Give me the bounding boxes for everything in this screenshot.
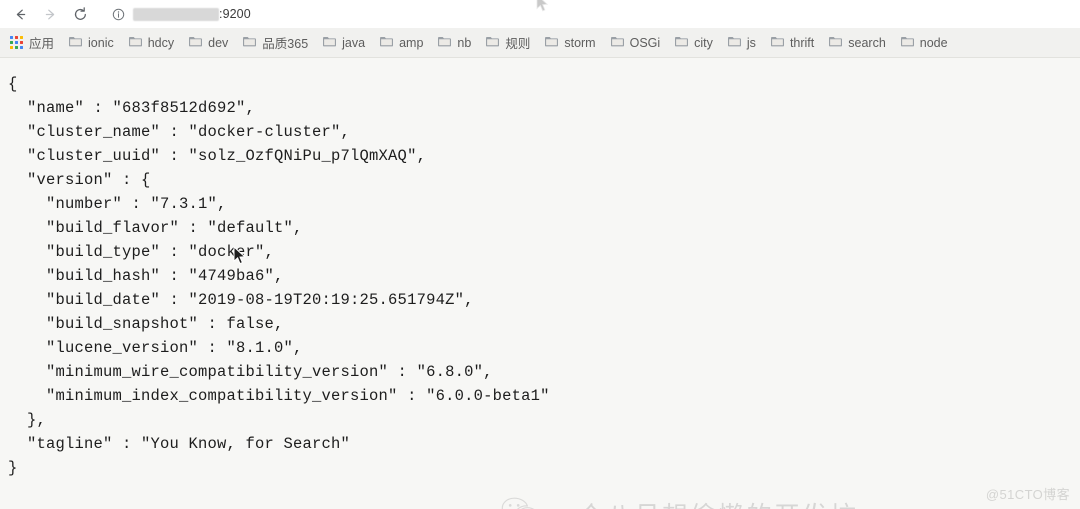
bookmark-nb[interactable]: nb (431, 32, 477, 54)
browser-window: :9200 应用 ionic hdcy dev 品质365 java amp n… (0, 0, 1080, 509)
bookmark-js[interactable]: js (721, 32, 762, 54)
folder-icon (900, 35, 915, 51)
bookmark-dev[interactable]: dev (182, 32, 234, 54)
bookmark-label: city (694, 35, 713, 50)
bookmark-label: search (848, 35, 886, 50)
watermark: 一个八月想偷懒的开发坑 (500, 495, 858, 509)
folder-icon (379, 35, 394, 51)
folder-icon (128, 35, 143, 51)
url-host-redacted (133, 7, 219, 21)
bookmark-storm[interactable]: storm (538, 32, 601, 54)
attribution-text: @51CTO博客 (985, 487, 1070, 502)
bookmark-label: 规则 (505, 37, 531, 51)
bookmark-label: 品质365 (262, 37, 309, 51)
wechat-icon (500, 495, 540, 509)
folder-icon (188, 35, 203, 51)
bookmark-label: OSGi (629, 35, 661, 50)
bookmark-node[interactable]: node (894, 32, 954, 54)
json-response-body: { "name" : "683f8512d692", "cluster_name… (8, 75, 550, 477)
bookmark-java[interactable]: java (316, 32, 371, 54)
folder-icon (242, 35, 257, 51)
bookmark-label: js (746, 35, 756, 50)
bookmark-amp[interactable]: amp (373, 32, 429, 54)
bookmark-ionic[interactable]: ionic (62, 32, 120, 54)
bookmark-label: dev (208, 35, 229, 50)
folder-icon (727, 35, 742, 51)
bookmark-label: ionic (88, 35, 114, 50)
bookmark-label: hdcy (147, 35, 175, 50)
folder-icon (68, 35, 83, 51)
arrow-left-icon (12, 6, 29, 23)
folder-icon (674, 35, 689, 51)
bookmark-search[interactable]: search (822, 32, 892, 54)
bookmark-label: thrift (789, 35, 815, 50)
folder-icon (770, 35, 785, 51)
reload-icon (72, 6, 89, 23)
forward-button[interactable] (36, 1, 64, 27)
url-port: :9200 (219, 7, 251, 21)
folder-icon (485, 35, 500, 51)
watermark-text: 一个八月想偷懒的开发坑 (550, 496, 858, 509)
bookmark-hdcy[interactable]: hdcy (122, 32, 180, 54)
page-content: { "name" : "683f8512d692", "cluster_name… (0, 58, 1080, 509)
info-circle-icon[interactable] (112, 8, 125, 21)
back-button[interactable] (6, 1, 34, 27)
url-text: :9200 (133, 7, 251, 21)
arrow-right-icon (42, 6, 59, 23)
folder-icon (437, 35, 452, 51)
bookmark-city[interactable]: city (668, 32, 719, 54)
bookmark-osgi[interactable]: OSGi (604, 32, 667, 54)
bookmark-label: amp (399, 35, 424, 50)
bookmark-label: java (342, 35, 366, 50)
folder-icon (610, 35, 625, 51)
bookmark-thrift[interactable]: thrift (764, 32, 820, 54)
folder-icon (322, 35, 337, 51)
folder-icon (828, 35, 843, 51)
bookmark-label: nb (457, 35, 472, 50)
folder-icon (544, 35, 559, 51)
bookmark-label: node (919, 35, 948, 50)
bookmark-pinzhi365[interactable]: 品质365 (236, 30, 314, 55)
reload-button[interactable] (66, 1, 94, 27)
browser-toolbar: :9200 (0, 0, 1080, 28)
bookmarks-bar: 应用 ionic hdcy dev 品质365 java amp nb 规则 s… (0, 28, 1080, 58)
bookmark-label: storm (564, 35, 596, 50)
address-bar[interactable]: :9200 (102, 3, 1066, 25)
apps-shortcut-label: 应用 (29, 37, 55, 51)
apps-shortcut[interactable]: 应用 (6, 30, 60, 55)
apps-grid-icon (10, 36, 23, 49)
bookmark-guize[interactable]: 规则 (479, 30, 536, 55)
